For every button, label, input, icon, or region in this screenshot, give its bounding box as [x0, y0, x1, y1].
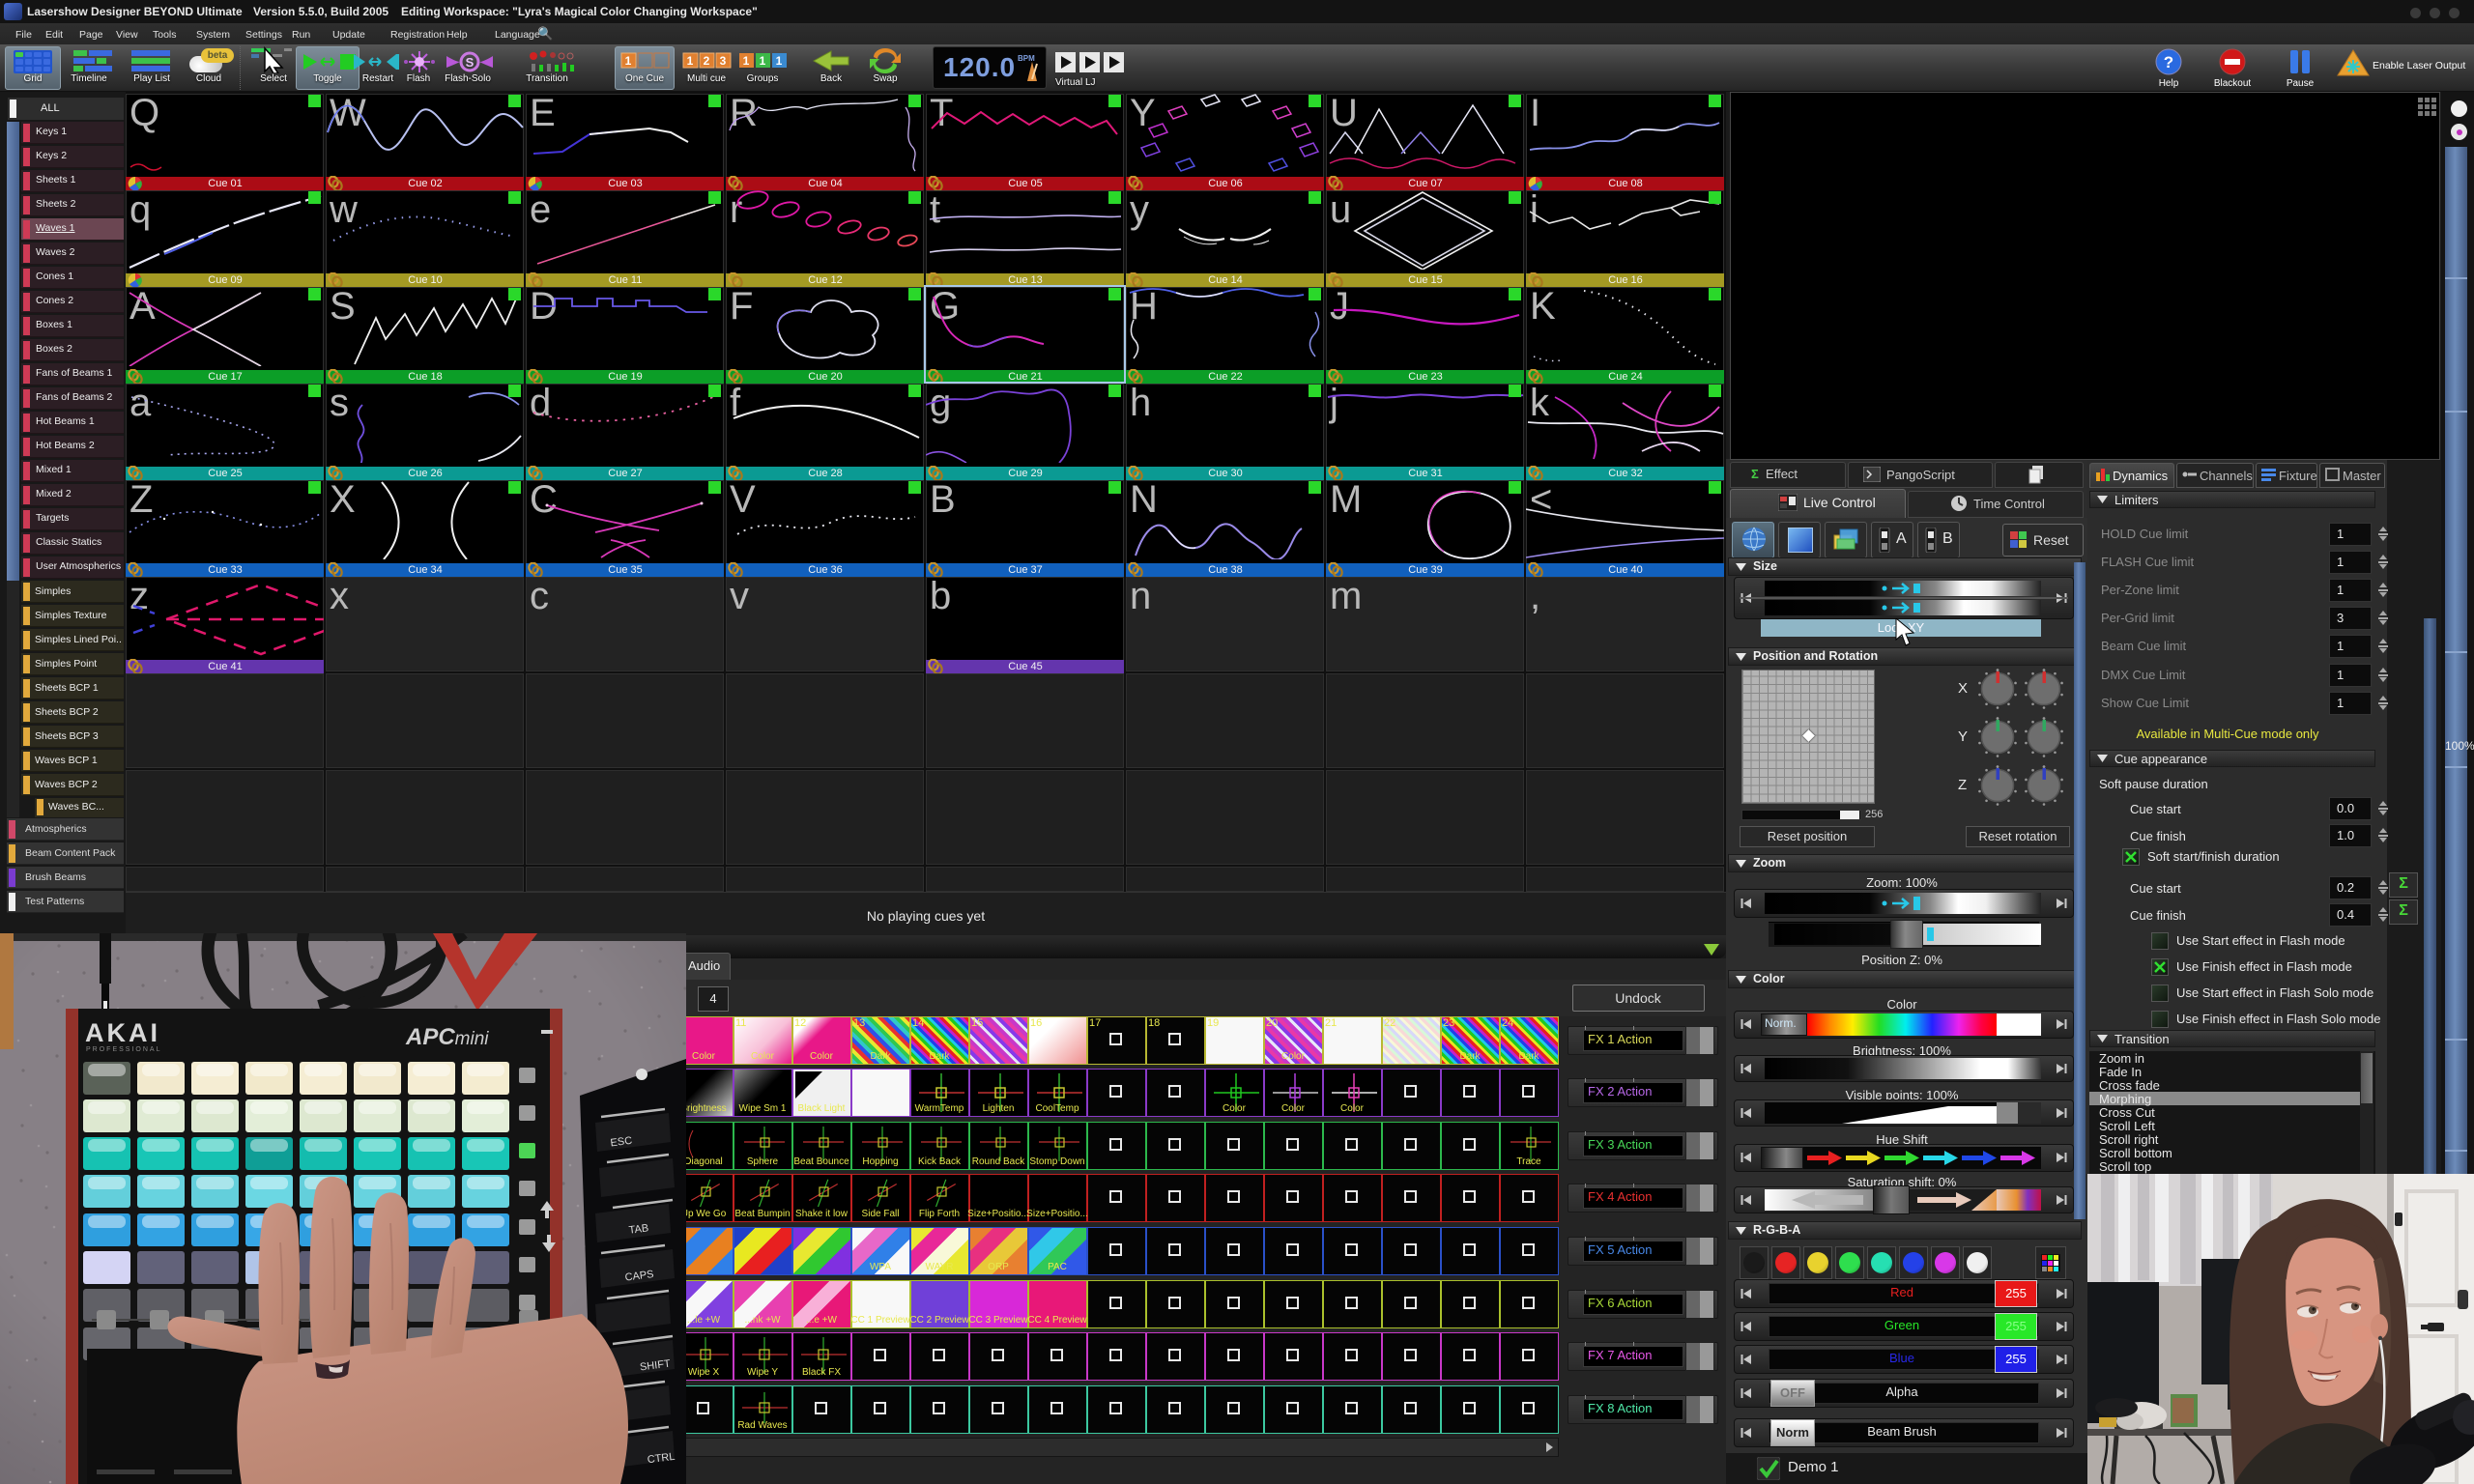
- svg-text:?: ?: [2164, 53, 2173, 71]
- svg-text:AKAI: AKAI: [85, 1018, 160, 1047]
- svg-text:1: 1: [687, 54, 694, 68]
- svg-text:PROFESSIONAL: PROFESSIONAL: [86, 1046, 161, 1053]
- svg-text:TAB: TAB: [628, 1222, 649, 1236]
- svg-text:1: 1: [776, 54, 783, 68]
- svg-text:APCmini: APCmini: [405, 1024, 489, 1050]
- svg-text:S: S: [466, 55, 475, 70]
- svg-text:2: 2: [704, 54, 710, 68]
- svg-text:1: 1: [760, 54, 766, 68]
- svg-text:1: 1: [743, 54, 750, 68]
- svg-text:3: 3: [720, 54, 727, 68]
- svg-text:1: 1: [625, 54, 632, 68]
